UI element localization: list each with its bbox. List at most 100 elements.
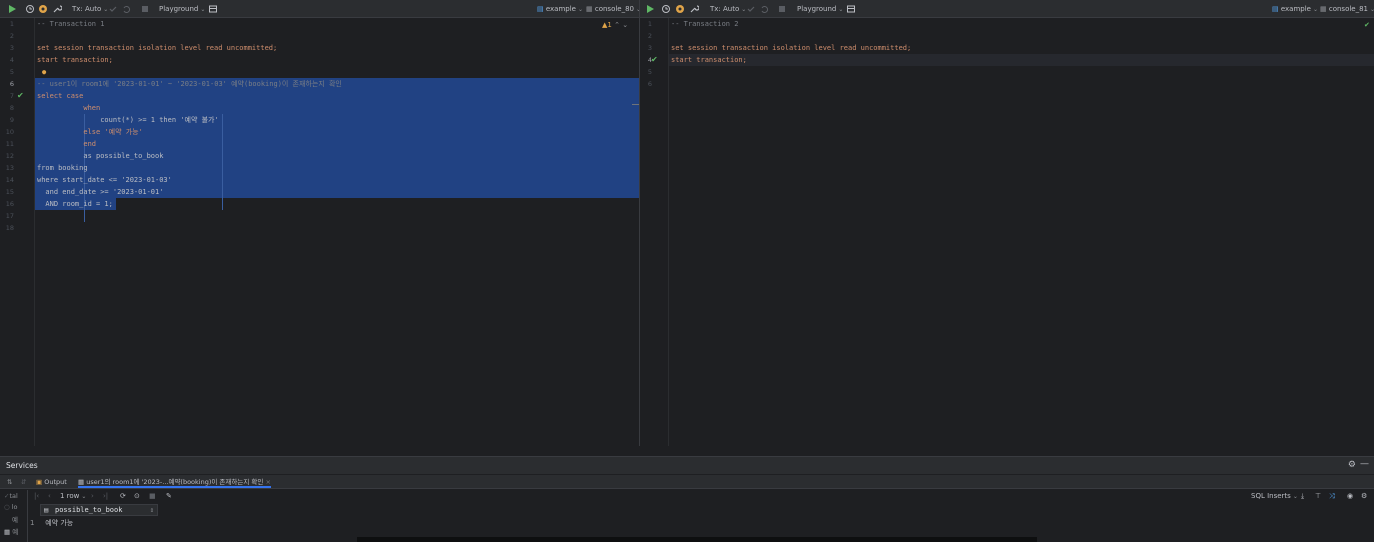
code-line[interactable]: where start_date <= '2023-01-03' bbox=[37, 174, 172, 186]
tree-item[interactable]: ▦ 예 bbox=[4, 526, 18, 536]
services-title: Services bbox=[6, 461, 38, 470]
console-dropdown[interactable]: ▦ console_80 ⌄ bbox=[586, 4, 639, 15]
editor-pane-transaction-1: Tx: Auto ⌄ Playground ⌄ ▤ example ⌄ ▦ conso… bbox=[0, 0, 639, 446]
code-editor[interactable]: -- Transaction 1 set session transaction… bbox=[37, 18, 639, 446]
code-line[interactable]: count(*) >= 1 then '예약 불가' bbox=[37, 114, 219, 126]
chevron-down-icon: ⌄ bbox=[1313, 6, 1319, 13]
line-number: 6 bbox=[647, 80, 652, 88]
circle-icon: ○ bbox=[4, 503, 10, 511]
check-icon: ✔ bbox=[17, 91, 24, 100]
code-line[interactable]: -- Transaction 2 bbox=[671, 18, 738, 30]
gear-icon[interactable]: ⚙ bbox=[1361, 491, 1367, 502]
bottom-scrollbar[interactable] bbox=[357, 537, 1037, 542]
stop-icon[interactable] bbox=[140, 4, 150, 14]
stop-icon[interactable] bbox=[777, 4, 787, 14]
table-row[interactable]: 1 예약 가능 bbox=[30, 517, 73, 529]
sort-icon[interactable]: ⇕ bbox=[150, 505, 154, 515]
last-page-icon[interactable]: ›| bbox=[103, 491, 108, 502]
minimize-icon[interactable]: — bbox=[1360, 459, 1369, 469]
refresh-icon[interactable]: ⟳ bbox=[120, 491, 126, 502]
collapse-icon[interactable]: ⇵ bbox=[21, 477, 26, 488]
code-line[interactable]: else '예약 가능' bbox=[37, 126, 143, 138]
line-number: 4 bbox=[9, 56, 14, 64]
sql-inserts-dropdown[interactable]: SQL Inserts ⌄ bbox=[1251, 491, 1298, 502]
line-number: 15 bbox=[5, 188, 14, 196]
commit-icon[interactable] bbox=[108, 4, 118, 14]
code-line[interactable]: as possible_to_book bbox=[37, 150, 163, 162]
tx-mode-dropdown[interactable]: Tx: Auto ⌄ bbox=[72, 4, 108, 15]
scroll-marker bbox=[632, 104, 639, 105]
tree-item[interactable]: ○ lo bbox=[4, 503, 18, 511]
code-line[interactable]: set session transaction isolation level … bbox=[671, 42, 911, 54]
code-line[interactable]: set session transaction isolation level … bbox=[37, 42, 277, 54]
line-number: 1 bbox=[9, 20, 14, 28]
settings-circle-icon[interactable] bbox=[38, 4, 48, 14]
inspection-ok-icon[interactable]: ✔ bbox=[1364, 20, 1370, 31]
editor-toolbar: Tx: Auto ⌄ Playground ⌄ ▤ example ⌄ ▦ conso… bbox=[640, 0, 1374, 18]
check-icon: ✔ bbox=[651, 55, 658, 64]
line-number: 13 bbox=[5, 164, 14, 172]
code-editor[interactable]: -- Transaction 2 set session transaction… bbox=[671, 18, 1374, 446]
commit-icon[interactable] bbox=[746, 4, 756, 14]
tab-query-result[interactable]: ▦ user1의 room1에 '2023-...예약(booking)이 존재… bbox=[78, 477, 271, 488]
chevron-down-icon: ⌄ bbox=[838, 6, 844, 13]
next-page-icon[interactable]: › bbox=[91, 491, 94, 502]
run-icon[interactable] bbox=[645, 4, 655, 14]
code-line[interactable]: start transaction; bbox=[37, 54, 113, 66]
table-icon[interactable] bbox=[846, 4, 856, 14]
settings-circle-icon[interactable] bbox=[675, 4, 685, 14]
download-icon[interactable]: ⤓ bbox=[1301, 491, 1304, 502]
row-count-dropdown[interactable]: 1 row ⌄ bbox=[60, 491, 86, 502]
chevron-down-icon: ⌄ bbox=[622, 21, 629, 29]
tx-mode-dropdown[interactable]: Tx: Auto ⌄ bbox=[710, 4, 746, 15]
code-line[interactable]: -- user1이 room1에 '2023-01-01' ~ '2023-01… bbox=[37, 78, 342, 90]
tab-output[interactable]: ▣ Output bbox=[36, 477, 67, 488]
line-number: 3 bbox=[9, 44, 14, 52]
line-gutter: 1 2 3 4 5 6 7 8 9 10 11 12 13 14 15 16 1… bbox=[0, 18, 35, 446]
line-number: 5 bbox=[9, 68, 14, 76]
rollback-icon[interactable] bbox=[759, 4, 769, 14]
playground-dropdown[interactable]: Playground ⌄ bbox=[797, 4, 843, 15]
datasource-dropdown[interactable]: ▤ example ⌄ bbox=[1272, 4, 1318, 15]
rollback-icon[interactable] bbox=[121, 4, 131, 14]
code-line[interactable]: AND room_id = 1; bbox=[37, 198, 112, 210]
grid-icon: ▦ bbox=[4, 528, 11, 536]
line-number: 7 bbox=[9, 92, 14, 100]
code-line[interactable]: -- Transaction 1 bbox=[37, 18, 104, 30]
compare-icon[interactable]: ⤨ bbox=[1329, 491, 1335, 502]
inspection-widget[interactable]: ▲1 ⌃ ⌄ bbox=[602, 20, 628, 31]
datasource-dropdown[interactable]: ▤ example ⌄ bbox=[537, 4, 583, 15]
code-line[interactable]: when bbox=[37, 102, 100, 114]
lightbulb-icon[interactable]: ● bbox=[42, 66, 46, 78]
tree-item[interactable]: 예 bbox=[12, 514, 18, 524]
close-icon[interactable]: × bbox=[265, 478, 270, 486]
history-icon[interactable] bbox=[661, 4, 671, 14]
line-number: 9 bbox=[9, 116, 14, 124]
column-header-possible-to-book[interactable]: ▤ possible_to_book ⇕ bbox=[40, 504, 158, 516]
expand-icon[interactable]: ⇅ bbox=[7, 477, 12, 488]
grid-icon: ▦ bbox=[78, 478, 85, 486]
run-icon[interactable] bbox=[7, 4, 17, 14]
first-page-icon[interactable]: |‹ bbox=[34, 491, 39, 502]
gear-icon[interactable]: ⚙ bbox=[1348, 460, 1356, 470]
cell-value[interactable]: 예약 가능 bbox=[45, 519, 73, 527]
wrench-icon[interactable] bbox=[689, 4, 700, 14]
history-icon[interactable] bbox=[25, 4, 35, 14]
code-line[interactable]: select case bbox=[37, 90, 83, 102]
playground-dropdown[interactable]: Playground ⌄ bbox=[159, 4, 205, 15]
console-dropdown[interactable]: ▦ console_81 ⌄ bbox=[1320, 4, 1374, 15]
code-line[interactable]: from booking bbox=[37, 162, 88, 174]
prev-page-icon[interactable]: ‹ bbox=[48, 491, 51, 502]
view-icon[interactable]: ◉ bbox=[1347, 491, 1353, 502]
table-icon[interactable] bbox=[208, 4, 218, 14]
code-line[interactable]: start transaction; bbox=[671, 54, 747, 66]
pin-icon[interactable]: ✎ bbox=[166, 491, 172, 502]
code-line[interactable]: and end_date >= '2023-01-01' bbox=[37, 186, 163, 198]
wrench-icon[interactable] bbox=[52, 4, 63, 14]
database-icon: ▤ bbox=[537, 5, 544, 13]
stop-icon[interactable]: ■ bbox=[149, 491, 156, 502]
line-number: 16 bbox=[5, 200, 14, 208]
search-icon[interactable]: ⊙ bbox=[134, 491, 140, 502]
code-line[interactable]: end bbox=[37, 138, 96, 150]
filter-icon[interactable]: ⊤ bbox=[1315, 491, 1321, 502]
